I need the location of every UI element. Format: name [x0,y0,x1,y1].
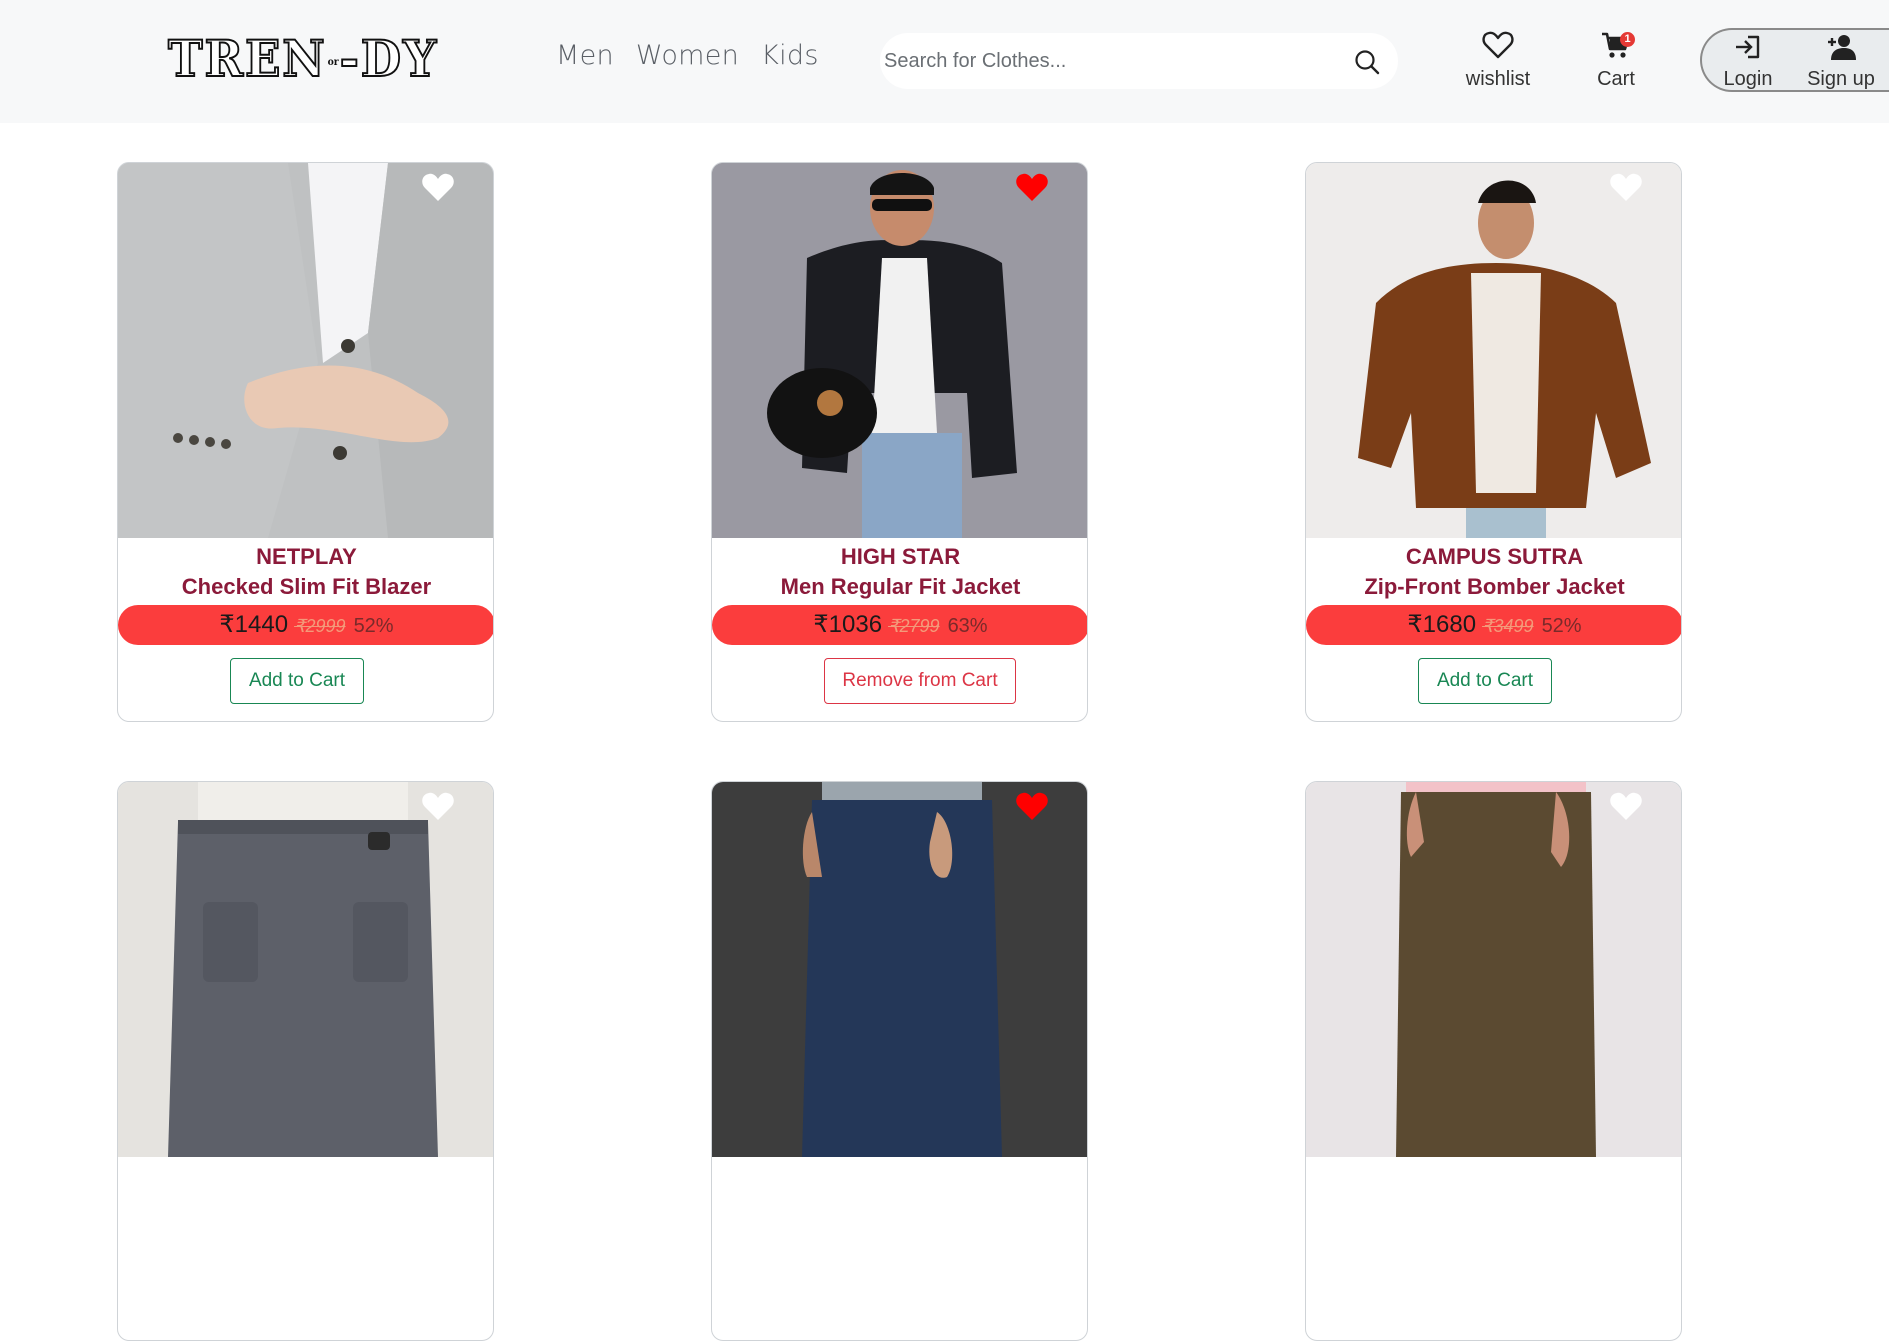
product-price: ₹1680 [1407,611,1477,638]
wishlist-heart-icon[interactable] [1609,171,1643,203]
product-mrp: ₹2999 [294,616,346,636]
product-mrp: ₹3499 [1482,616,1534,636]
cart-count-badge: 1 [1620,32,1635,47]
product-card[interactable] [117,781,494,1341]
product-brand: CAMPUS SUTRA [1405,544,1584,569]
add-to-cart-button[interactable]: Add to Cart [1418,658,1552,704]
product-card[interactable]: HIGH STAR Men Regular Fit Jacket ₹1036 ₹2… [711,162,1088,722]
wishlist-link[interactable]: wishlist [1462,30,1534,91]
product-brand: HIGH STAR [840,544,961,569]
wishlist-label: wishlist [1465,68,1531,90]
product-title[interactable]: Checked Slim Fit Blazer [118,574,493,600]
price-bar: ₹1440 ₹2999 52% [118,605,493,645]
product-title[interactable]: Men Regular Fit Jacket [712,574,1087,600]
wishlist-heart-icon[interactable] [1015,171,1049,203]
nav-link-kids[interactable]: Kids [761,40,819,71]
login-button[interactable]: Login [1722,34,1774,91]
auth-group: Login Sign up [1700,28,1889,92]
product-title[interactable]: Zip-Front Bomber Jacket [1306,574,1681,600]
product-price: ₹1440 [219,611,289,638]
product-image[interactable] [1306,782,1682,1157]
login-icon [1736,35,1760,59]
heart-outline-icon [1482,31,1514,59]
logo-mini: or [327,57,339,68]
product-price: ₹1036 [813,611,883,638]
price-bar: ₹1036 ₹2799 63% [712,605,1087,645]
login-label: Login [1723,68,1773,90]
cart-link[interactable]: 1 Cart [1590,30,1642,91]
search-bar [880,33,1398,89]
product-image[interactable] [712,782,1088,1157]
nav-link-men[interactable]: Men [556,40,614,71]
wishlist-heart-icon[interactable] [421,171,455,203]
add-to-cart-button[interactable]: Add to Cart [230,658,364,704]
product-card[interactable] [711,781,1088,1341]
search-input[interactable] [884,33,1354,89]
remove-from-cart-button[interactable]: Remove from Cart [824,658,1016,704]
product-image[interactable] [118,163,494,538]
site-logo[interactable]: TRENor-DY [167,33,460,85]
signup-label: Sign up [1807,68,1875,90]
product-image[interactable] [1306,163,1682,538]
search-icon[interactable] [1354,49,1380,75]
navbar: TRENor-DY Men Women Kids wishlist 1 Cart [0,0,1889,123]
wishlist-heart-icon[interactable] [421,790,455,822]
product-mrp: ₹2799 [888,616,940,636]
product-discount: 52% [353,615,394,637]
product-discount: 63% [947,615,988,637]
logo-text: TRENor-DY [167,29,439,88]
wishlist-heart-icon[interactable] [1015,790,1049,822]
product-card[interactable]: CAMPUS SUTRA Zip-Front Bomber Jacket ₹16… [1305,162,1682,722]
product-image[interactable] [118,782,494,1157]
product-brand: NETPLAY [256,544,357,569]
wishlist-heart-icon[interactable] [1609,790,1643,822]
category-nav: Men Women Kids [556,40,819,71]
nav-link-women[interactable]: Women [636,40,739,71]
product-card[interactable] [1305,781,1682,1341]
cart-label: Cart [1597,68,1635,90]
product-card[interactable]: NETPLAY Checked Slim Fit Blazer ₹1440 ₹29… [117,162,494,722]
signup-button[interactable]: Sign up [1796,34,1886,91]
add-user-icon [1828,35,1856,60]
product-discount: 52% [1541,615,1582,637]
product-image[interactable] [712,163,1088,538]
price-bar: ₹1680 ₹3499 52% [1306,605,1681,645]
